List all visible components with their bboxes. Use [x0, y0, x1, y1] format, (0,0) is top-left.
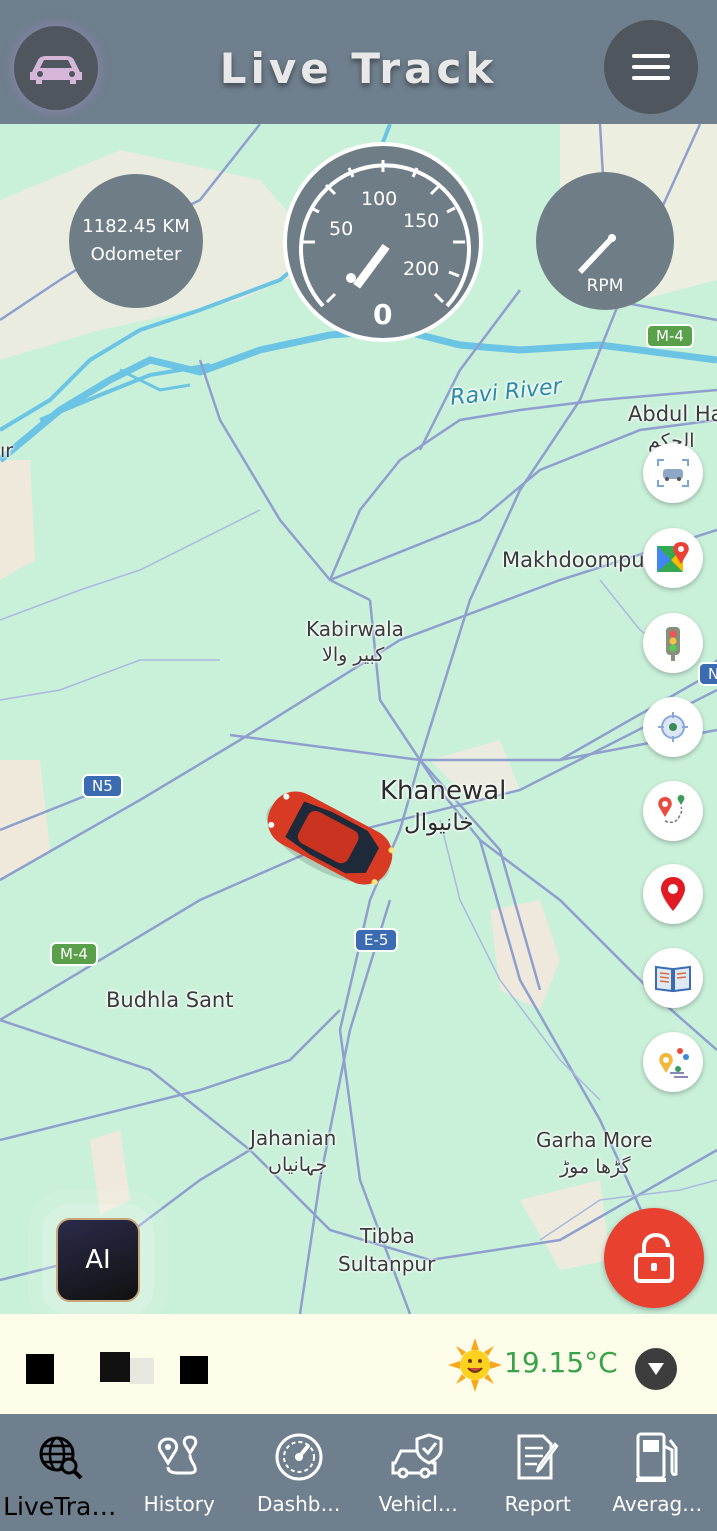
map-label-kabirwala-urdu: کبیر والا — [322, 644, 385, 666]
nav-label: Vehicl… — [378, 1492, 458, 1516]
unlock-icon — [634, 1233, 674, 1283]
speed-value: 0 — [373, 298, 393, 331]
odometer-value: 1182.45 KM — [82, 216, 190, 237]
sun-icon — [448, 1338, 502, 1392]
map-label-khanewal: Khanewal — [380, 776, 507, 806]
map-label-jahanian: Jahanian — [250, 1126, 337, 1150]
rpm-label: RPM — [586, 276, 624, 296]
traffic-button[interactable] — [643, 613, 703, 673]
map-label-kabirwala: Kabirwala — [306, 617, 404, 641]
locate-button[interactable] — [643, 697, 703, 757]
lock-button[interactable] — [604, 1208, 704, 1308]
report-icon — [517, 1434, 559, 1480]
nav-label: Averag… — [612, 1492, 703, 1516]
map-label-tibba: Tibba — [360, 1224, 415, 1248]
map-label-khanewal-urdu: خانیوال — [404, 810, 474, 836]
location-pin-icon — [661, 877, 685, 911]
nav-tab-dashboard[interactable]: Dashb… — [239, 1414, 359, 1531]
map-label-jahanian-urdu: جہانیاں — [268, 1154, 328, 1176]
location-pin-button[interactable] — [643, 864, 703, 924]
menu-button[interactable] — [604, 20, 698, 114]
speed-tick-50: 50 — [329, 218, 354, 240]
nav-label: Report — [504, 1492, 571, 1516]
map-label-garha-more: Garha More — [536, 1128, 653, 1152]
vehicle-scan-icon — [657, 459, 689, 487]
nav-label: History — [143, 1492, 215, 1516]
redacted-block — [180, 1356, 208, 1384]
book-button[interactable] — [643, 948, 703, 1008]
redacted-block — [100, 1352, 130, 1382]
nav-tab-livetrack[interactable]: LiveTra… — [0, 1414, 120, 1531]
map-label-left-edge: ır — [0, 440, 14, 462]
map-label-makhdoompur: Makhdoompu — [502, 548, 645, 572]
road-shield-n-right: N — [698, 662, 717, 686]
map-label-budhla-sant: Budhla Sant — [106, 988, 234, 1012]
app-header: Live Track — [0, 0, 717, 124]
nav-label: LiveTra… — [3, 1492, 117, 1521]
map-label-garha-more-urdu: گڑھا موڑ — [560, 1156, 631, 1178]
redacted-block — [130, 1358, 154, 1384]
hamburger-icon — [632, 54, 670, 58]
nav-tab-average[interactable]: Averag… — [598, 1414, 717, 1531]
history-route-icon — [158, 1435, 198, 1475]
vehicle-scan-button[interactable] — [643, 443, 703, 503]
traffic-light-icon — [666, 627, 680, 661]
odometer-gauge: 1182.45 KM Odometer — [69, 174, 203, 308]
ai-assistant-button[interactable]: AI — [56, 1218, 140, 1302]
nav-tab-vehicles[interactable]: Vehicl… — [359, 1414, 479, 1531]
nav-label: Dashb… — [257, 1492, 341, 1516]
road-shield-m4-top: M-4 — [646, 324, 694, 348]
multi-location-button[interactable] — [643, 1032, 703, 1092]
map-label-abdul-hakim: Abdul Ha — [628, 402, 717, 426]
speedometer-icon — [275, 1433, 323, 1481]
speed-tick-100: 100 — [361, 188, 398, 210]
road-shield-n5: N5 — [82, 774, 123, 798]
speed-tick-200: 200 — [403, 258, 440, 280]
odometer-label: Odometer — [90, 244, 182, 265]
nav-tab-history[interactable]: History — [120, 1414, 240, 1531]
expand-dropdown-button[interactable] — [635, 1348, 677, 1390]
locate-icon — [658, 712, 688, 742]
bottom-navigation: LiveTra… History Dashb… Vehicl… Report A… — [0, 1414, 717, 1531]
road-shield-m4-left: M-4 — [50, 942, 98, 966]
speed-tick-150: 150 — [403, 210, 440, 232]
google-maps-button[interactable] — [643, 528, 703, 588]
nav-tab-report[interactable]: Report — [478, 1414, 598, 1531]
google-maps-icon — [657, 542, 689, 572]
redacted-block — [26, 1354, 54, 1384]
route-icon — [658, 795, 685, 824]
vehicle-shield-icon — [391, 1433, 443, 1479]
rpm-gauge: RPM — [536, 172, 674, 310]
road-shield-e5: E-5 — [354, 928, 399, 952]
fuel-pump-icon — [636, 1432, 678, 1482]
map-label-sultanpur: Sultanpur — [338, 1252, 436, 1276]
globe-search-icon — [39, 1436, 83, 1480]
multi-location-icon — [659, 1048, 689, 1078]
chevron-down-icon — [648, 1363, 664, 1375]
book-icon — [655, 965, 691, 993]
speedometer-gauge: 50 100 150 200 0 — [283, 142, 483, 342]
temperature-value: 19.15°C — [504, 1346, 618, 1379]
route-button[interactable] — [643, 781, 703, 841]
